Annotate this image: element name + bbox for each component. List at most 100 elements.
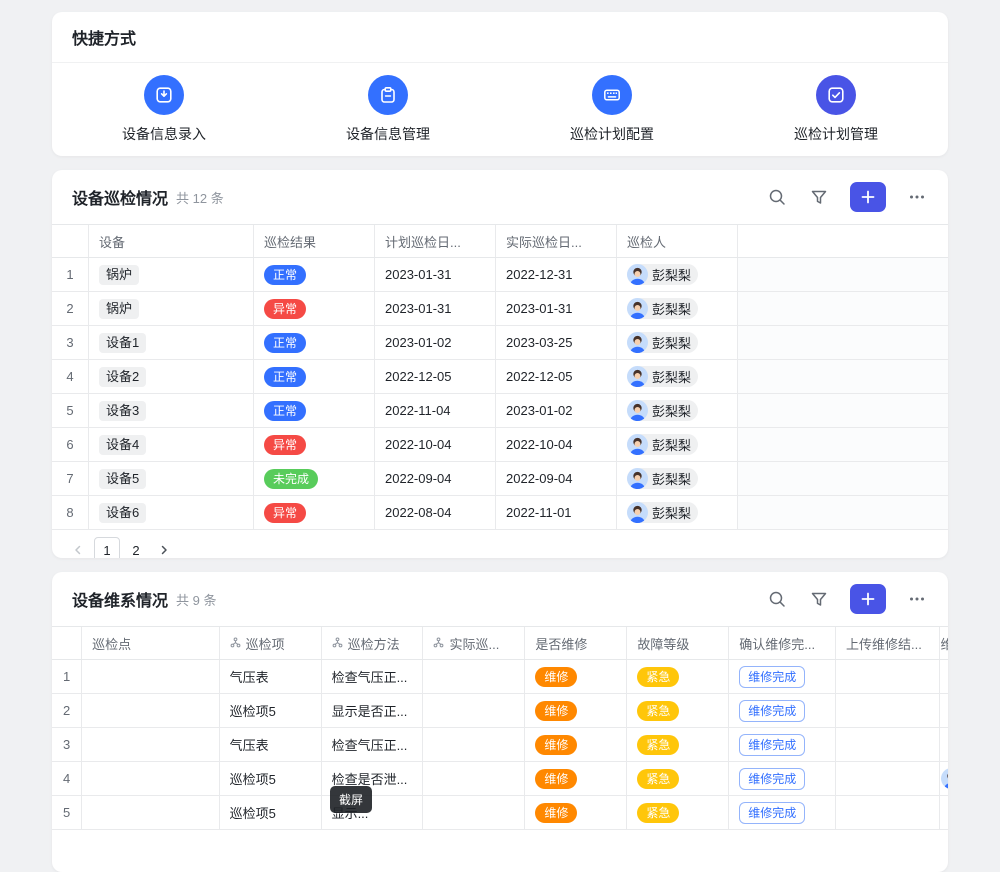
- repair-cell[interactable]: 维修: [525, 762, 627, 795]
- repair-cell[interactable]: 维修: [525, 728, 627, 761]
- column-header-actual[interactable]: 实际巡...: [423, 627, 525, 659]
- repair-done-button[interactable]: 维修完成: [739, 768, 805, 790]
- inspector-cell[interactable]: 彭梨梨: [617, 496, 738, 529]
- actual-date-cell[interactable]: 2022-09-04: [496, 462, 617, 495]
- repair-done-button[interactable]: 维修完成: [739, 666, 805, 688]
- level-cell[interactable]: 紧急: [627, 796, 729, 829]
- column-header-result[interactable]: 巡检结果: [254, 225, 375, 257]
- upload-cell[interactable]: [836, 728, 940, 761]
- actual-date-cell[interactable]: 2023-01-02: [496, 394, 617, 427]
- actual-cell[interactable]: [423, 728, 525, 761]
- chevron-left-icon[interactable]: [66, 538, 90, 558]
- device-cell[interactable]: 锅炉: [89, 292, 254, 325]
- planned-date-cell[interactable]: 2023-01-02: [375, 326, 496, 359]
- result-cell[interactable]: 未完成: [254, 462, 375, 495]
- method-cell[interactable]: 显示是否正...: [322, 694, 424, 727]
- device-cell[interactable]: 设备3: [89, 394, 254, 427]
- point-cell[interactable]: [82, 796, 220, 829]
- shortcut-device-entry[interactable]: 设备信息录入: [52, 75, 276, 144]
- level-cell[interactable]: 紧急: [627, 762, 729, 795]
- column-header-upload[interactable]: 上传维修结...: [836, 627, 940, 659]
- cutoff-cell[interactable]: [940, 728, 948, 761]
- inspector-cell[interactable]: 彭梨梨: [617, 292, 738, 325]
- planned-date-cell[interactable]: 2023-01-31: [375, 292, 496, 325]
- add-record-button[interactable]: [850, 584, 886, 614]
- actual-date-cell[interactable]: 2022-12-05: [496, 360, 617, 393]
- planned-date-cell[interactable]: 2022-12-05: [375, 360, 496, 393]
- page-number-1[interactable]: 1: [94, 537, 120, 558]
- planned-date-cell[interactable]: 2023-01-31: [375, 258, 496, 291]
- point-cell[interactable]: [82, 694, 220, 727]
- point-cell[interactable]: [82, 660, 220, 693]
- actual-date-cell[interactable]: 2022-10-04: [496, 428, 617, 461]
- method-cell[interactable]: 检查气压正...: [322, 728, 424, 761]
- column-header-method[interactable]: 巡检方法: [322, 627, 424, 659]
- item-cell[interactable]: 巡检项5: [220, 762, 322, 795]
- shortcut-device-manage[interactable]: 设备信息管理: [276, 75, 500, 144]
- search-icon[interactable]: [766, 588, 788, 610]
- actual-cell[interactable]: [423, 796, 525, 829]
- actual-date-cell[interactable]: 2022-11-01: [496, 496, 617, 529]
- device-cell[interactable]: 设备1: [89, 326, 254, 359]
- planned-date-cell[interactable]: 2022-09-04: [375, 462, 496, 495]
- column-header-cutoff[interactable]: 维: [940, 627, 948, 659]
- actual-date-cell[interactable]: 2023-03-25: [496, 326, 617, 359]
- repair-cell[interactable]: 维修: [525, 694, 627, 727]
- item-cell[interactable]: 气压表: [220, 728, 322, 761]
- chevron-right-icon[interactable]: [152, 538, 176, 558]
- column-header-confirm[interactable]: 确认维修完...: [729, 627, 836, 659]
- actual-date-cell[interactable]: 2023-01-31: [496, 292, 617, 325]
- cutoff-cell[interactable]: [940, 694, 948, 727]
- level-cell[interactable]: 紧急: [627, 728, 729, 761]
- shortcut-plan-manage[interactable]: 巡检计划管理: [724, 75, 948, 144]
- result-cell[interactable]: 正常: [254, 394, 375, 427]
- result-cell[interactable]: 正常: [254, 360, 375, 393]
- inspector-cell[interactable]: 彭梨梨: [617, 258, 738, 291]
- actual-date-cell[interactable]: 2022-12-31: [496, 258, 617, 291]
- column-header-device[interactable]: 设备: [89, 225, 254, 257]
- level-cell[interactable]: 紧急: [627, 660, 729, 693]
- cutoff-cell[interactable]: [940, 762, 948, 795]
- device-cell[interactable]: 设备5: [89, 462, 254, 495]
- cutoff-cell[interactable]: [940, 660, 948, 693]
- actual-cell[interactable]: [423, 762, 525, 795]
- point-cell[interactable]: [82, 762, 220, 795]
- filter-icon[interactable]: [808, 588, 830, 610]
- item-cell[interactable]: 巡检项5: [220, 694, 322, 727]
- result-cell[interactable]: 异常: [254, 496, 375, 529]
- column-header-actual[interactable]: 实际巡检日...: [496, 225, 617, 257]
- actual-cell[interactable]: [423, 694, 525, 727]
- device-cell[interactable]: 设备2: [89, 360, 254, 393]
- page-number-2[interactable]: 2: [124, 538, 148, 558]
- filter-icon[interactable]: [808, 186, 830, 208]
- device-cell[interactable]: 设备4: [89, 428, 254, 461]
- device-cell[interactable]: 设备6: [89, 496, 254, 529]
- upload-cell[interactable]: [836, 660, 940, 693]
- upload-cell[interactable]: [836, 796, 940, 829]
- inspector-cell[interactable]: 彭梨梨: [617, 428, 738, 461]
- column-header-level[interactable]: 故障等级: [627, 627, 729, 659]
- repair-done-button[interactable]: 维修完成: [739, 802, 805, 824]
- more-icon[interactable]: [906, 588, 928, 610]
- result-cell[interactable]: 正常: [254, 258, 375, 291]
- upload-cell[interactable]: [836, 694, 940, 727]
- item-cell[interactable]: 气压表: [220, 660, 322, 693]
- point-cell[interactable]: [82, 728, 220, 761]
- method-cell[interactable]: 检查气压正...: [322, 660, 424, 693]
- planned-date-cell[interactable]: 2022-10-04: [375, 428, 496, 461]
- result-cell[interactable]: 正常: [254, 326, 375, 359]
- inspector-cell[interactable]: 彭梨梨: [617, 360, 738, 393]
- shortcut-plan-config[interactable]: 巡检计划配置: [500, 75, 724, 144]
- column-header-planned[interactable]: 计划巡检日...: [375, 225, 496, 257]
- inspector-cell[interactable]: 彭梨梨: [617, 326, 738, 359]
- repair-done-button[interactable]: 维修完成: [739, 700, 805, 722]
- item-cell[interactable]: 巡检项5: [220, 796, 322, 829]
- device-cell[interactable]: 锅炉: [89, 258, 254, 291]
- inspector-cell[interactable]: 彭梨梨: [617, 394, 738, 427]
- upload-cell[interactable]: [836, 762, 940, 795]
- column-header-inspector[interactable]: 巡检人: [617, 225, 738, 257]
- column-header-item[interactable]: 巡检项: [220, 627, 322, 659]
- add-record-button[interactable]: [850, 182, 886, 212]
- inspector-cell[interactable]: 彭梨梨: [617, 462, 738, 495]
- repair-done-button[interactable]: 维修完成: [739, 734, 805, 756]
